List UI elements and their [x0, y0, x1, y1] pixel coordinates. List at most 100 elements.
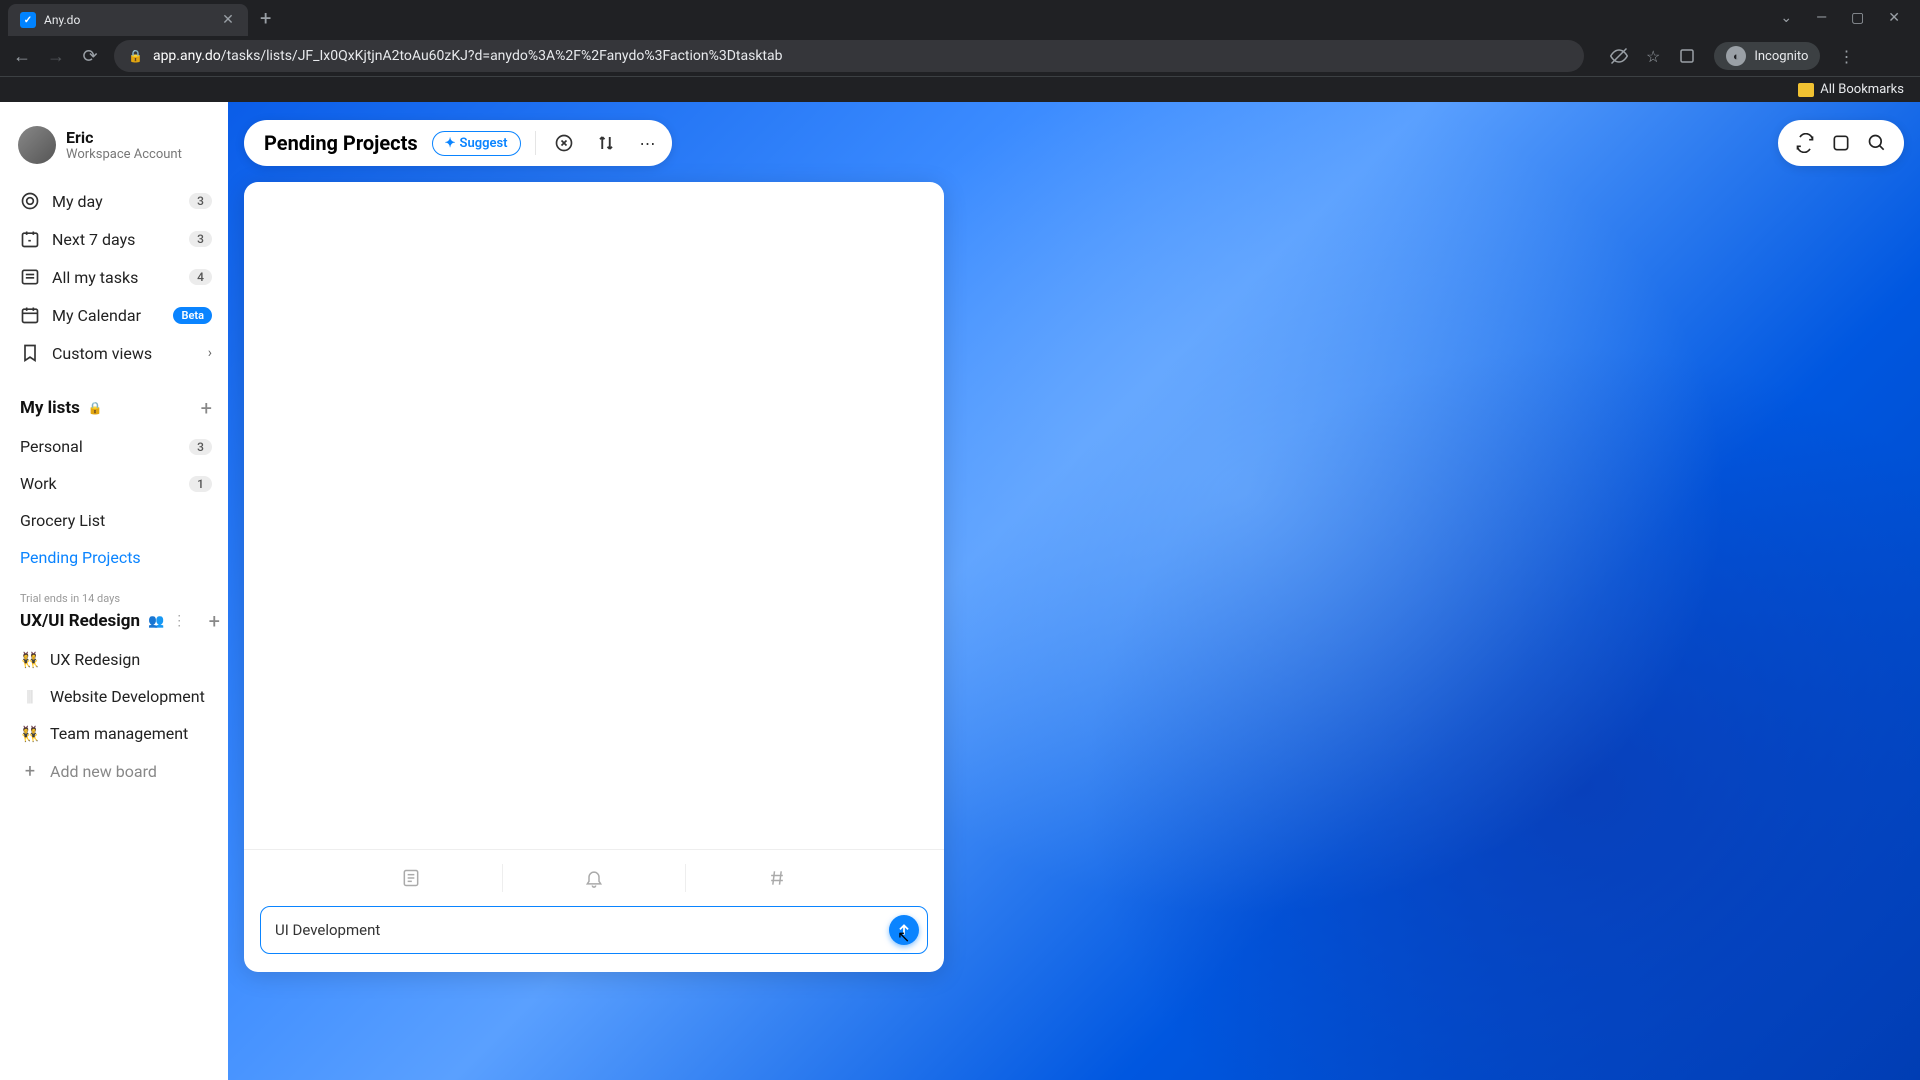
workspace-header: UX/UI Redesign 👥 ⋮ +	[12, 605, 220, 641]
reload-button[interactable]: ⟳	[80, 46, 100, 67]
people-icon[interactable]: 👥	[148, 614, 164, 629]
board-label: Team management	[50, 724, 188, 743]
lock-icon: 🔒	[88, 401, 103, 415]
app: Eric Workspace Account My day 3 Next 7 d…	[0, 102, 1920, 1080]
board-label: UX Redesign	[50, 650, 140, 669]
submit-task-button[interactable]	[889, 915, 919, 945]
add-list-button[interactable]: +	[201, 396, 212, 420]
browser-tab[interactable]: ✓ Any.do ✕	[8, 4, 248, 36]
hash-icon[interactable]	[686, 864, 868, 892]
list-label: Work	[20, 474, 179, 493]
back-button[interactable]: ←	[12, 46, 32, 67]
address-bar-actions: ☆ ◐ Incognito ⋮	[1610, 42, 1854, 70]
nav-label: My day	[52, 192, 177, 211]
bookmarks-label: All Bookmarks	[1820, 82, 1904, 97]
task-panel: ↖	[244, 182, 944, 972]
calendar-icon	[20, 305, 40, 325]
header-right-actions	[1778, 120, 1904, 166]
list-icon	[20, 267, 40, 287]
browser-chrome: ✓ Any.do ✕ + ⌄ — ▢ ✕ ← → ⟳ 🔒 app.any.do/…	[0, 0, 1920, 102]
maximize-icon[interactable]: ▢	[1851, 10, 1864, 26]
profile-subtitle: Workspace Account	[66, 147, 182, 162]
window-controls: ⌄ — ▢ ✕	[1780, 10, 1912, 26]
bell-icon[interactable]	[503, 864, 686, 892]
section-title: My lists	[20, 398, 80, 418]
tab-title: Any.do	[44, 13, 212, 27]
profile[interactable]: Eric Workspace Account	[12, 118, 220, 182]
suggest-button[interactable]: ✦ Suggest	[432, 131, 521, 156]
avatar	[18, 126, 56, 164]
close-circle-icon[interactable]	[550, 129, 578, 157]
main-content: Pending Projects ✦ Suggest ⋯	[228, 102, 1920, 1080]
add-board-button[interactable]: +	[209, 609, 220, 633]
address-bar: ← → ⟳ 🔒 app.any.do/tasks/lists/JF_Ix0QxK…	[0, 36, 1920, 76]
bookmark-icon	[20, 343, 40, 363]
more-icon[interactable]: ⋮	[172, 613, 186, 629]
task-input-wrap: ↖	[260, 906, 928, 954]
list-label: Grocery List	[20, 511, 212, 530]
bars-icon: ⫼	[20, 688, 40, 706]
target-icon	[20, 191, 40, 211]
nav-next-7-days[interactable]: Next 7 days 3	[12, 220, 220, 258]
nav-all-tasks[interactable]: All my tasks 4	[12, 258, 220, 296]
sparkle-icon: ✦	[445, 136, 456, 151]
workspace-title[interactable]: UX/UI Redesign	[20, 611, 140, 631]
add-board-label: Add new board	[50, 762, 157, 781]
incognito-badge[interactable]: ◐ Incognito	[1714, 42, 1820, 70]
board-label: Website Development	[50, 687, 205, 706]
sort-icon[interactable]	[592, 129, 620, 157]
list-work[interactable]: Work 1	[12, 465, 220, 502]
menu-icon[interactable]: ⋮	[1838, 47, 1854, 66]
nav-my-day[interactable]: My day 3	[12, 182, 220, 220]
count-badge: 3	[189, 231, 212, 247]
my-lists-header: My lists 🔒 +	[12, 372, 220, 428]
board-team-management[interactable]: 👯 Team management	[12, 715, 220, 752]
url-field[interactable]: 🔒 app.any.do/tasks/lists/JF_Ix0QxKjtjnA2…	[114, 40, 1584, 72]
board-website-dev[interactable]: ⫼ Website Development	[12, 678, 220, 715]
close-icon[interactable]: ✕	[220, 12, 236, 28]
search-icon[interactable]	[1866, 132, 1888, 154]
incognito-icon: ◐	[1726, 46, 1746, 66]
header-pill: Pending Projects ✦ Suggest ⋯	[244, 120, 672, 166]
list-label: Pending Projects	[20, 548, 212, 567]
board-ux-redesign[interactable]: 👯 UX Redesign	[12, 641, 220, 678]
more-horizontal-icon[interactable]: ⋯	[634, 129, 662, 157]
count-badge: 4	[189, 269, 212, 285]
count-badge: 3	[189, 193, 212, 209]
incognito-label: Incognito	[1754, 49, 1808, 64]
nav-my-calendar[interactable]: My Calendar Beta	[12, 296, 220, 334]
eye-off-icon[interactable]	[1610, 47, 1628, 65]
minimize-icon[interactable]: —	[1816, 10, 1827, 26]
close-window-icon[interactable]: ✕	[1888, 10, 1900, 26]
extensions-icon[interactable]	[1678, 47, 1696, 65]
forward-button[interactable]: →	[46, 46, 66, 67]
nav-custom-views[interactable]: Custom views ›	[12, 334, 220, 372]
sync-icon[interactable]	[1794, 132, 1816, 154]
bookmark-star-icon[interactable]: ☆	[1646, 47, 1660, 66]
note-icon[interactable]	[320, 864, 503, 892]
trial-note: Trial ends in 14 days	[12, 576, 220, 605]
square-icon[interactable]	[1830, 132, 1852, 154]
folder-icon	[1798, 83, 1814, 97]
list-personal[interactable]: Personal 3	[12, 428, 220, 465]
tab-favicon-icon: ✓	[20, 12, 36, 28]
profile-name: Eric	[66, 128, 182, 147]
plus-icon: +	[20, 761, 40, 782]
sidebar: Eric Workspace Account My day 3 Next 7 d…	[0, 102, 228, 1080]
chevron-right-icon: ›	[208, 345, 212, 361]
women-icon: 👯	[20, 651, 40, 669]
nav-label: Custom views	[52, 344, 196, 363]
tab-dropdown-icon[interactable]: ⌄	[1780, 10, 1792, 26]
nav-label: My Calendar	[52, 306, 161, 325]
list-grocery[interactable]: Grocery List	[12, 502, 220, 539]
calendar-arrow-icon	[20, 229, 40, 249]
nav-label: All my tasks	[52, 268, 177, 287]
all-bookmarks-button[interactable]: All Bookmarks	[1798, 82, 1904, 97]
task-body	[244, 182, 944, 849]
add-new-board[interactable]: + Add new board	[12, 752, 220, 791]
count-badge: 3	[189, 439, 212, 455]
lock-icon: 🔒	[128, 49, 143, 63]
new-tab-button[interactable]: +	[260, 6, 271, 30]
task-input[interactable]	[275, 921, 879, 939]
list-pending-projects[interactable]: Pending Projects	[12, 539, 220, 576]
